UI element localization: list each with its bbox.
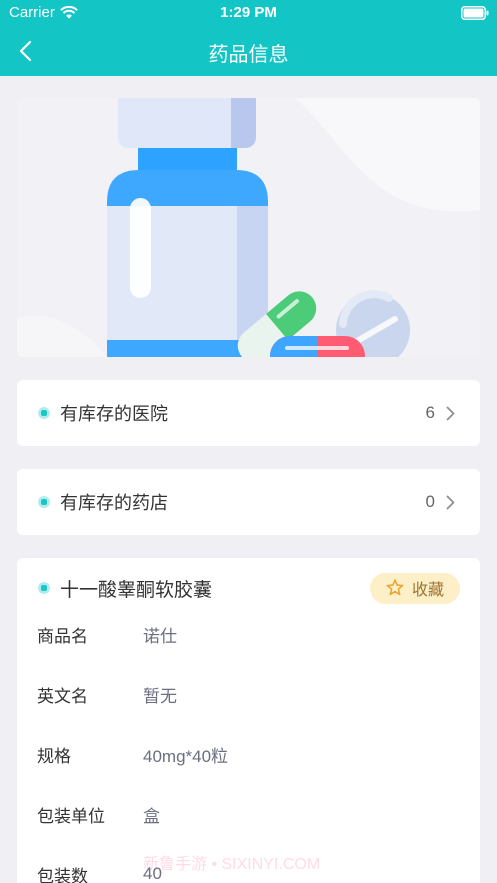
field-value: 40mg*40粒	[143, 746, 229, 766]
field-row-trade-name: 商品名 诺仕	[37, 604, 460, 664]
favorite-button[interactable]: 收藏	[370, 572, 460, 604]
field-value: 40	[143, 864, 162, 883]
field-row-specification: 规格 40mg*40粒	[37, 724, 460, 784]
field-row-package-count: 包装数 40	[37, 844, 460, 883]
star-icon	[386, 579, 404, 596]
field-value: 诺仕	[143, 626, 177, 646]
battery-icon	[461, 6, 489, 20]
chevron-right-icon	[446, 495, 455, 509]
page: Carrier 1:29 PM 药品信息 有库存的医院 6 有库存的药店 0 十…	[0, 0, 497, 883]
field-label: 包装单位	[37, 806, 105, 826]
pharmacy-count: 0	[425, 492, 435, 511]
nav-bar: 药品信息	[0, 26, 497, 76]
pharmacies-in-stock-link[interactable]: 有库存的药店 0	[17, 469, 480, 535]
app-header: Carrier 1:29 PM 药品信息	[0, 0, 497, 76]
field-label: 包装数	[37, 866, 88, 883]
chevron-left-icon	[19, 40, 32, 62]
field-label: 商品名	[37, 626, 88, 646]
chevron-right-icon	[446, 406, 455, 420]
page-title: 药品信息	[208, 44, 289, 66]
field-row-package-unit: 包装单位 盒	[37, 784, 460, 844]
bottle-cap	[118, 98, 256, 148]
field-label: 英文名	[37, 686, 88, 706]
link-label: 有库存的医院	[60, 404, 168, 424]
medicine-bottle-illustration	[17, 98, 480, 357]
field-row-english-name: 英文名 暂无	[37, 664, 460, 724]
hospitals-in-stock-link[interactable]: 有库存的医院 6	[17, 380, 480, 446]
drug-title-row: 十一酸睾酮软胶囊 收藏	[37, 572, 460, 604]
main-content: 有库存的医院 6 有库存的药店 0 十一酸睾酮软胶囊 收藏 商品名 诺仕 英文名…	[0, 76, 497, 883]
bottle-body	[107, 170, 268, 357]
drug-name: 十一酸睾酮软胶囊	[60, 579, 213, 601]
field-value: 盒	[143, 806, 160, 826]
back-button[interactable]	[12, 35, 38, 67]
favorite-label: 收藏	[411, 582, 444, 599]
hospital-count: 6	[425, 403, 435, 422]
status-bar: Carrier 1:29 PM	[0, 0, 497, 26]
bottle-highlight	[130, 198, 151, 298]
blue-red-capsule	[270, 336, 365, 357]
bullet-dot-icon	[38, 582, 50, 594]
drug-detail-card: 十一酸睾酮软胶囊 收藏 商品名 诺仕 英文名 暂无 规格 40mg*40粒 包装…	[17, 558, 480, 883]
bullet-dot-icon	[38, 496, 50, 508]
field-label: 规格	[37, 746, 71, 766]
hero-illustration-svg	[17, 98, 480, 357]
battery-level-fill	[463, 8, 484, 18]
link-label: 有库存的药店	[60, 493, 168, 513]
clock-time: 1:29 PM	[220, 4, 277, 21]
bottle-neck	[138, 148, 237, 172]
bullet-dot-icon	[38, 407, 50, 419]
field-value: 暂无	[143, 686, 177, 706]
